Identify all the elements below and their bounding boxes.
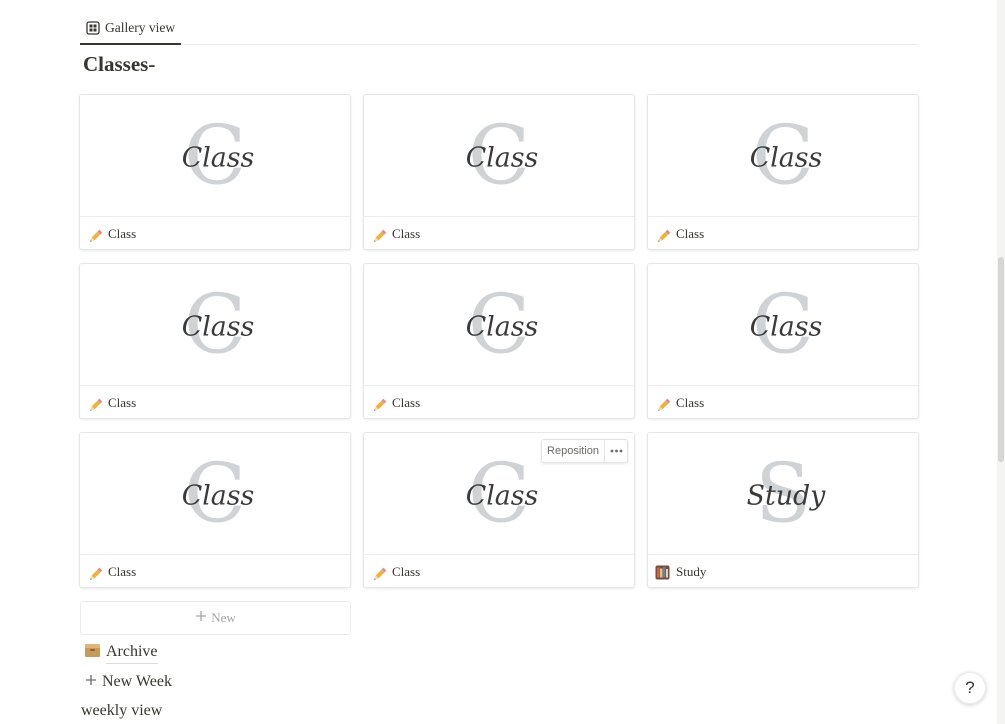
new-card-label: New — [211, 610, 236, 625]
card-title: Class — [108, 226, 137, 241]
card-caption: Class — [80, 217, 350, 249]
plus-icon — [84, 673, 98, 692]
archive-label: Archive — [106, 641, 158, 664]
card-title: Class — [392, 395, 421, 410]
pencil-icon — [87, 566, 104, 583]
card-caption: Class — [80, 386, 350, 418]
gallery-card[interactable]: C Class Class — [363, 94, 635, 250]
card-title: Class — [392, 226, 421, 241]
page-title: Classes- — [83, 52, 156, 76]
card-cover-image: C Class — [80, 433, 350, 555]
books-icon — [655, 565, 672, 582]
cover-script-word: Class — [182, 311, 255, 342]
new-week-label: New Week — [102, 673, 172, 690]
gallery-card[interactable]: S Study Study — [647, 432, 919, 588]
pencil-icon — [655, 397, 672, 414]
pencil-icon — [87, 397, 104, 414]
tab-gallery-view[interactable]: Gallery view — [80, 12, 182, 45]
pencil-icon — [371, 397, 388, 414]
pencil-icon — [655, 228, 672, 245]
gallery-grid: C Class Class C Class Class C Class Class C Class C… — [79, 94, 919, 588]
card-title: Study — [676, 564, 707, 579]
gallery-icon — [86, 20, 100, 35]
card-title: Class — [676, 395, 705, 410]
card-box-icon — [84, 642, 101, 663]
card-title: Class — [676, 226, 705, 241]
cover-script-word: Class — [466, 480, 539, 511]
cover-script-word: Class — [750, 311, 823, 342]
gallery-card[interactable]: C Class Class — [647, 94, 919, 250]
card-cover-image: S Study — [648, 433, 918, 555]
card-caption: Study — [648, 555, 918, 587]
weekly-view-heading: weekly view — [81, 702, 163, 719]
card-caption: Class — [648, 386, 918, 418]
card-cover-image: C Class — [364, 95, 634, 217]
card-cover-image: C Class — [80, 264, 350, 386]
cover-script-word: Study — [747, 480, 827, 511]
card-title: Class — [392, 564, 421, 579]
cover-script-word: Class — [750, 142, 823, 173]
more-options-icon[interactable] — [605, 440, 627, 462]
card-caption: Class — [364, 217, 634, 249]
gallery-card[interactable]: C Class Class — [79, 432, 351, 588]
gallery-card[interactable]: C Class Reposition Class — [363, 432, 635, 588]
gallery-card[interactable]: C Class Class — [363, 263, 635, 419]
card-title: Class — [108, 395, 137, 410]
card-cover-image: C Class — [648, 264, 918, 386]
gallery-card[interactable]: C Class Class — [647, 263, 919, 419]
tab-label: Gallery view — [105, 19, 176, 35]
new-week-button[interactable]: New Week — [84, 671, 172, 693]
reposition-button[interactable]: Reposition — [542, 440, 605, 462]
cover-script-word: Class — [182, 480, 255, 511]
new-card-button[interactable]: New — [80, 601, 351, 635]
pencil-icon — [87, 228, 104, 245]
card-caption: Class — [364, 386, 634, 418]
page-scrollbar[interactable] — [997, 0, 1005, 724]
cover-script-word: Class — [466, 142, 539, 173]
card-cover-image: C Class — [364, 264, 634, 386]
card-cover-image: C Class — [80, 95, 350, 217]
plus-icon — [195, 609, 207, 627]
gallery-card[interactable]: C Class Class — [79, 263, 351, 419]
card-title: Class — [108, 564, 137, 579]
cover-script-word: Class — [466, 311, 539, 342]
card-caption: Class — [80, 555, 350, 587]
pencil-icon — [371, 566, 388, 583]
card-cover-image: C Class — [648, 95, 918, 217]
cover-script-word: Class — [182, 142, 255, 173]
help-button[interactable]: ? — [954, 672, 986, 704]
cover-hover-actions: Reposition — [541, 439, 628, 463]
archive-link[interactable]: Archive — [84, 641, 158, 664]
scrollbar-thumb[interactable] — [998, 257, 1004, 462]
gallery-card[interactable]: C Class Class — [79, 94, 351, 250]
pencil-icon — [371, 228, 388, 245]
card-caption: Class — [364, 555, 634, 587]
view-tabbar: Gallery view — [80, 12, 918, 45]
card-caption: Class — [648, 217, 918, 249]
